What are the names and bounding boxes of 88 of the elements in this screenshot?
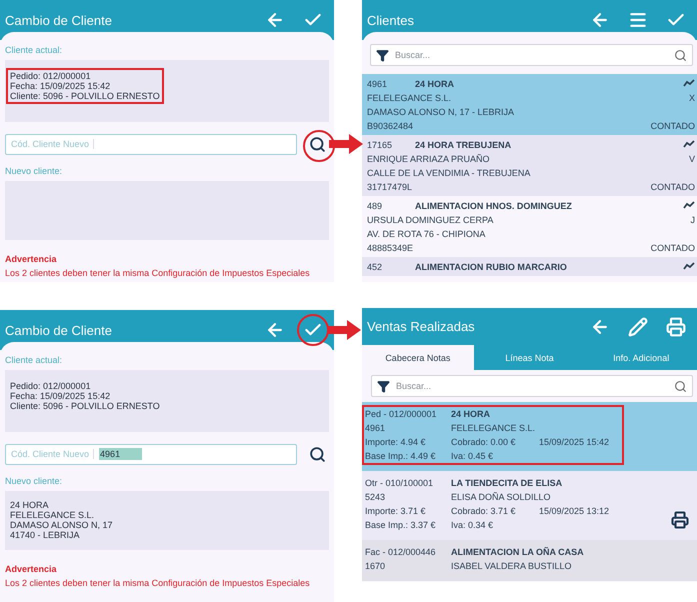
warning-title: Advertencia bbox=[5, 254, 58, 264]
document-number: Otr - 010/100001 bbox=[365, 478, 434, 488]
section-label: Cliente actual: bbox=[5, 45, 64, 55]
customer-name: ELISA DOÑA SOLDILLO bbox=[451, 492, 551, 502]
pencil-icon bbox=[628, 316, 648, 336]
payment-type: CONTADO bbox=[650, 121, 695, 131]
filter-icon bbox=[376, 48, 389, 62]
client-code: 17165 bbox=[367, 140, 392, 150]
amount: Importe: 4.94 € bbox=[365, 437, 426, 447]
route-code: X bbox=[688, 93, 695, 103]
customer-name: FELELEGANCE S.L. bbox=[451, 423, 536, 433]
client-row[interactable]: 4961 24 HORA FELELEGANCE S.L. X DAMASO ALONSO N, 17 - LEBRIJA B90362484 CONTADO bbox=[362, 74, 697, 135]
paid-amount: Cobrado: 3.71 € bbox=[451, 506, 516, 516]
paid-amount: Cobrado: 0.00 € bbox=[451, 437, 516, 447]
company-name: URSULA DOMINGUEZ CERPA bbox=[367, 215, 494, 225]
back-icon bbox=[590, 10, 610, 30]
search-icon bbox=[308, 446, 326, 462]
client-name: ALIMENTACION RUBIO MARCARIO bbox=[415, 262, 567, 272]
document-number: Fac - 012/000446 bbox=[365, 547, 436, 557]
client-code: 5243 bbox=[365, 492, 386, 502]
client-code: 1670 bbox=[365, 561, 386, 571]
tax-base: Base Imp.: 4.49 € bbox=[365, 451, 436, 461]
sale-date: 15/09/2025 13:12 bbox=[539, 506, 610, 516]
sale-row[interactable]: Fac - 012/000446 ALIMENTACION LA OÑA CASA 1670 ISABEL VALDERA BUSTILLO bbox=[362, 540, 697, 581]
client-name: LA TIENDECITA DE ELISA bbox=[451, 478, 562, 488]
customer-name: ISABEL VALDERA BUSTILLO bbox=[451, 561, 572, 571]
screen-title: Clientes bbox=[367, 12, 415, 28]
printer-icon bbox=[671, 511, 689, 529]
route-code: V bbox=[688, 154, 695, 164]
back-icon bbox=[265, 10, 285, 30]
company-name: FELELEGANCE S.L. bbox=[367, 93, 452, 103]
back-icon bbox=[265, 320, 285, 340]
amount: Importe: 3.71 € bbox=[365, 506, 426, 516]
screen-title: Cambio de Cliente bbox=[5, 12, 113, 28]
screen-title: Cambio de Cliente bbox=[5, 322, 113, 338]
payment-type: CONTADO bbox=[650, 243, 695, 253]
tax-base: Base Imp.: 3.37 € bbox=[365, 520, 436, 530]
arrow-icon bbox=[327, 320, 361, 340]
section-label: Cliente actual: bbox=[5, 355, 64, 365]
tax-id: 31717479L bbox=[367, 182, 412, 192]
trend-line-icon bbox=[683, 262, 695, 270]
printer-icon bbox=[666, 316, 686, 336]
client-row[interactable]: 17165 24 HORA TREBUJENA ENRIQUE ARRIAZA PRUAÑO V CALLE DE LA VENDIMIA - TREBUJENA 31717479L CONTADO bbox=[362, 135, 697, 196]
tax-id: 48885349E bbox=[367, 243, 414, 253]
section-label: Nuevo cliente: bbox=[5, 476, 64, 486]
trend-line-icon bbox=[683, 140, 695, 148]
vat-amount: Iva: 0.34 € bbox=[451, 520, 494, 530]
client-code: 452 bbox=[367, 262, 382, 272]
new-client-info: 24 HORA FELELEGANCE S.L. DAMASO ALONSO N, 17 41740 - LEBRIJA bbox=[9, 499, 114, 542]
search-icon bbox=[674, 48, 687, 62]
menu-icon bbox=[628, 10, 648, 30]
warning-text: Los 2 clientes deben tener la misma Configuración de Impuestos Especiales bbox=[5, 578, 311, 588]
arrow-icon bbox=[329, 134, 363, 154]
sale-date: 15/09/2025 15:42 bbox=[539, 437, 610, 447]
client-code: 489 bbox=[367, 201, 382, 211]
trend-line-icon bbox=[683, 201, 695, 209]
client-code-field[interactable]: Cód. Cliente Nuevo 4961 bbox=[5, 444, 297, 464]
client-row[interactable]: 452 ALIMENTACION RUBIO MARCARIO bbox=[362, 257, 697, 276]
warning-text: Los 2 clientes deben tener la misma Configuración de Impuestos Especiales bbox=[5, 268, 311, 278]
client-name: 24 HORA bbox=[415, 79, 454, 89]
route-code: J bbox=[690, 215, 695, 225]
vat-amount: Iva: 0.45 € bbox=[451, 451, 494, 461]
client-name: ALIMENTACION LA OÑA CASA bbox=[451, 547, 584, 557]
print-button[interactable] bbox=[671, 511, 689, 529]
sale-row[interactable]: Ped - 012/000001 24 HORA 4961 FELELEGANCE S.L. Importe: 4.94 € Cobrado: 0.00 € 15/09/2025 15:42 Base Imp.: 4.49 € Iva: 0.45 € bbox=[362, 402, 697, 471]
current-client-info: Pedido: 012/000001 Fecha: 15/09/2025 15:42 Cliente: 5096 - POLVILLO ERNESTO bbox=[6, 68, 164, 104]
client-code: 4961 bbox=[365, 423, 386, 433]
client-name: ALIMENTACION HNOS. DOMINGUEZ bbox=[415, 201, 572, 211]
payment-type: CONTADO bbox=[650, 182, 695, 192]
client-address: DAMASO ALONSO N, 17 - LEBRIJA bbox=[367, 107, 514, 117]
tab[interactable]: Cabecera Notas bbox=[362, 345, 474, 370]
company-name: ENRIQUE ARRIAZA PRUAÑO bbox=[367, 154, 490, 164]
document-number: Ped - 012/000001 bbox=[365, 409, 437, 419]
search-icon bbox=[674, 380, 687, 392]
tax-id: B90362484 bbox=[367, 121, 414, 131]
sale-row[interactable]: Otr - 010/100001 LA TIENDECITA DE ELISA 5243 ELISA DOÑA SOLDILLO Importe: 3.71 € Cobrado: 3.71 € 15/09/2025 13:12 Base Imp.: 3.37 € Iva: 0.34 € bbox=[362, 471, 697, 540]
screen-title: Ventas Realizadas bbox=[367, 319, 476, 334]
client-name: 24 HORA bbox=[451, 409, 490, 419]
warning-title: Advertencia bbox=[5, 564, 58, 574]
client-address: CALLE DE LA VENDIMIA - TREBUJENA bbox=[367, 168, 530, 178]
client-address: AV. DE ROTA 76 - CHIPIONA bbox=[367, 229, 486, 239]
current-client-info: Pedido: 012/000001 Fecha: 15/09/2025 15:42 Cliente: 5096 - POLVILLO ERNESTO bbox=[9, 380, 161, 413]
section-label: Nuevo cliente: bbox=[5, 166, 64, 176]
client-name: 24 HORA TREBUJENA bbox=[415, 140, 512, 150]
client-code: 4961 bbox=[367, 79, 388, 89]
search-icon bbox=[308, 136, 326, 152]
filter-icon bbox=[377, 380, 390, 392]
trend-line-icon bbox=[683, 79, 695, 87]
